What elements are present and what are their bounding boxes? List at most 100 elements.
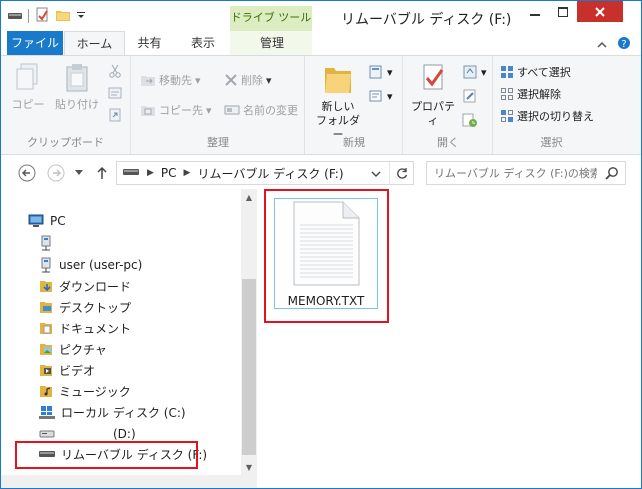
copy-to-button[interactable]: コピー先 ▾ [140, 102, 212, 118]
new-folder-button[interactable]: 新しい フォルダー [312, 62, 364, 142]
scroll-down-button[interactable]: ▼ [241, 459, 257, 475]
tree-item-network-drive[interactable] [39, 233, 59, 253]
new-folder-icon[interactable] [55, 7, 71, 26]
open-group: プロパティ ▾ 開く [404, 56, 493, 154]
help-button[interactable]: ? [617, 36, 631, 53]
select-group: すべて選択 選択解除 選択の切り替え 選択 [494, 56, 609, 154]
maximize-icon [557, 6, 568, 17]
tab-share[interactable]: 共有 [127, 31, 172, 55]
tree-label-pictures: ピクチャ [59, 342, 107, 357]
new-group-label: 新規 [343, 136, 365, 149]
tree-item-user[interactable]: user (user-pc) [39, 255, 142, 275]
music-folder-icon [40, 386, 52, 397]
invert-selection-button[interactable]: 選択の切り替え [500, 108, 594, 124]
tree-item-local-disk[interactable]: ローカル ディスク (C:) [39, 402, 186, 422]
tree-item-music[interactable]: ミュージック [39, 381, 131, 401]
tree-label-videos: ビデオ [59, 363, 96, 378]
search-box[interactable] [426, 161, 626, 185]
tab-home[interactable]: ホーム [64, 31, 125, 56]
address-bar[interactable]: ▶ PC ▶ リムーバブル ディスク (F:) [116, 161, 414, 185]
breadcrumb-removable-disk[interactable]: リムーバブル ディスク (F:) [197, 165, 343, 182]
search-icon[interactable] [605, 166, 619, 183]
navigation-pane-scrollbar[interactable]: ▲ ▼ [241, 189, 257, 475]
computer-icon [28, 214, 44, 227]
delete-button[interactable]: 削除 ▾ [224, 72, 272, 88]
navigation-bar: ▶ PC ▶ リムーバブル ディスク (F:) [1, 156, 641, 189]
move-to-button[interactable]: 移動先 ▾ [140, 72, 201, 88]
tab-manage[interactable]: 管理 [233, 31, 311, 55]
select-none-button[interactable]: 選択解除 [500, 86, 561, 102]
forward-button[interactable] [47, 164, 65, 182]
up-button[interactable] [93, 164, 111, 182]
move-to-icon [141, 76, 155, 86]
paste-shortcut-icon [109, 108, 121, 122]
back-arrow-icon [18, 164, 36, 182]
tree-item-downloads[interactable]: ダウンロード [39, 276, 131, 296]
tree-item-desktop[interactable]: デスクトップ [39, 297, 131, 317]
tree-item-documents[interactable]: ドキュメント [39, 318, 131, 338]
network-computer-icon [41, 257, 51, 273]
recent-locations-button[interactable] [73, 164, 85, 182]
minimize-button[interactable] [521, 1, 548, 22]
tree-label-user: user (user-pc) [59, 258, 143, 272]
copy-button[interactable]: コピー [11, 62, 45, 112]
new-item-button[interactable]: ▾ [368, 64, 393, 80]
copy-path-button[interactable] [108, 86, 122, 100]
edit-icon [463, 89, 476, 103]
tree-label-downloads: ダウンロード [59, 279, 132, 294]
tree-item-pc[interactable]: PC [28, 211, 66, 231]
breadcrumb-pc[interactable]: PC [161, 166, 177, 180]
horizontal-scrollbar[interactable] [1, 475, 257, 488]
history-button[interactable] [462, 112, 478, 128]
videos-folder-icon [40, 365, 52, 376]
help-icon: ? [618, 37, 630, 50]
scroll-thumb[interactable] [242, 279, 256, 455]
open-button[interactable]: ▾ [462, 64, 487, 80]
paste-shortcut-button[interactable] [108, 108, 122, 122]
paste-button[interactable]: 貼り付け [53, 62, 101, 112]
ribbon-collapse-button[interactable] [597, 38, 607, 52]
file-list-area: MEMORY.TXT [258, 189, 641, 488]
svg-text:?: ? [621, 39, 626, 50]
address-history-dropdown[interactable] [371, 167, 381, 181]
cut-button[interactable] [108, 64, 122, 78]
rename-button[interactable]: 名前の変更 [224, 102, 298, 118]
tab-view[interactable]: 表示 [177, 31, 229, 55]
properties-button[interactable]: プロパティ [408, 62, 458, 128]
ribbon: コピー 貼り付け クリップボード 移動先 ▾ コピー先 ▾ 削除 ▾ 名前の変更… [1, 55, 641, 155]
select-all-button[interactable]: すべて選択 [500, 64, 571, 80]
rename-icon [224, 105, 240, 115]
delete-label: 削除 [241, 74, 263, 87]
invert-selection-icon [501, 110, 513, 122]
tab-file[interactable]: ファイル [7, 31, 63, 55]
chevron-down-icon: ▾ [195, 73, 201, 87]
maximize-button[interactable] [549, 1, 576, 22]
edit-button[interactable] [462, 88, 478, 104]
properties-icon[interactable] [34, 7, 50, 26]
chevron-down-icon: ▾ [481, 65, 487, 79]
chevron-down-icon [75, 170, 83, 175]
close-button[interactable] [577, 1, 623, 22]
pictures-folder-icon [40, 344, 52, 355]
tree-item-videos[interactable]: ビデオ [39, 360, 95, 380]
copy-icon [16, 63, 38, 90]
back-button[interactable] [18, 164, 36, 182]
scroll-up-button[interactable]: ▲ [241, 189, 257, 205]
new-folder-label-1: 新しい [321, 100, 355, 113]
tree-label-pc: PC [50, 214, 66, 228]
ribbon-tabs: ファイル ホーム 共有 表示 管理 ? [1, 31, 641, 56]
new-item-icon [369, 65, 382, 79]
refresh-button[interactable] [389, 162, 413, 184]
easy-access-icon [369, 90, 382, 102]
chevron-right-icon: ▶ [183, 168, 191, 178]
organize-group-label: 整理 [207, 136, 229, 149]
search-input[interactable] [427, 162, 597, 184]
scissors-icon [109, 64, 121, 78]
easy-access-button[interactable]: ▾ [368, 88, 393, 104]
chevron-down-icon: ▾ [387, 65, 393, 79]
customize-dropdown-icon[interactable] [76, 9, 86, 23]
highlight-box-memory-txt [264, 189, 389, 323]
tree-item-pictures[interactable]: ピクチャ [39, 339, 107, 359]
copy-path-icon [108, 87, 122, 99]
drive-icon [7, 9, 23, 24]
